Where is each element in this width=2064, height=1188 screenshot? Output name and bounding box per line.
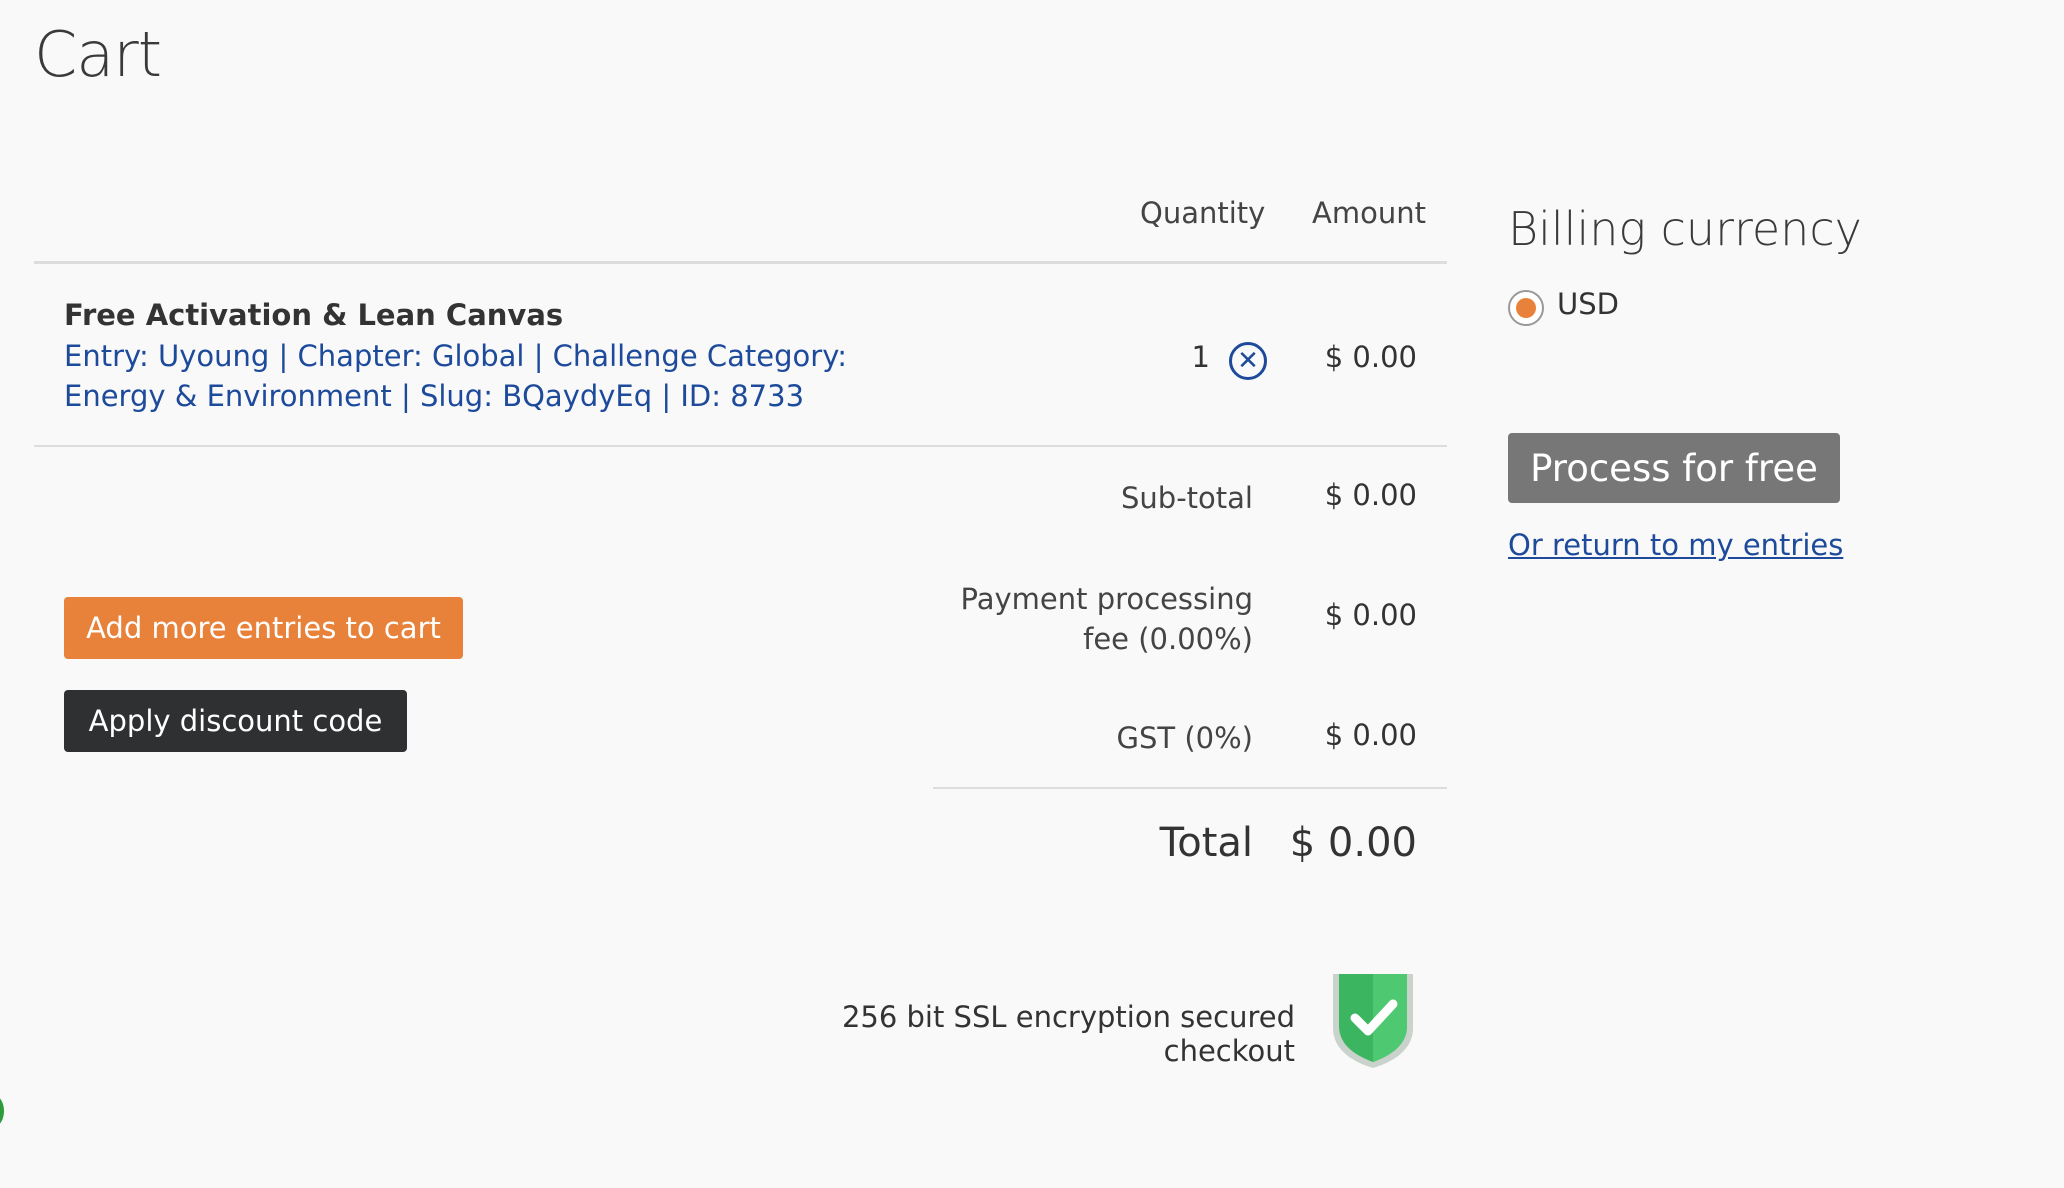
shield-check-icon [1329,970,1417,1070]
total-value: $ 0.00 [1289,820,1417,866]
item-quantity: 1 [1191,340,1210,374]
process-for-free-button[interactable]: Process for free [1508,433,1840,503]
return-to-entries-link[interactable]: Or return to my entries [1508,528,1843,562]
item-divider [34,445,1447,447]
fee-value: $ 0.00 [1324,598,1417,632]
quantity-column-header: Quantity [1140,196,1266,230]
total-label: Total [1159,820,1253,866]
radio-selected-dot [1516,298,1536,318]
subtotal-label: Sub-total [1121,481,1253,515]
header-divider [34,261,1447,264]
apply-discount-button[interactable]: Apply discount code [64,690,407,752]
add-more-entries-button[interactable]: Add more entries to cart [64,597,463,659]
usd-radio-button[interactable] [1508,290,1544,326]
ssl-secure-text: 256 bit SSL encryption secured checkout [841,1000,1295,1068]
page-title: Cart [34,18,162,91]
item-amount: $ 0.00 [1324,340,1417,374]
billing-currency-heading: Billing currency [1508,202,1862,256]
amount-column-header: Amount [1312,196,1426,230]
fee-label: Payment processing fee (0.00%) [960,582,1253,656]
item-description-link[interactable]: Entry: Uyoung | Chapter: Global | Challe… [64,336,944,416]
item-title: Free Activation & Lean Canvas [64,298,564,332]
gst-label: GST (0%) [1116,721,1253,755]
subtotal-value: $ 0.00 [1324,478,1417,512]
total-divider [933,787,1447,789]
chat-widget-edge[interactable] [0,1096,4,1126]
gst-value: $ 0.00 [1324,718,1417,752]
usd-radio-label[interactable]: USD [1557,287,1619,321]
